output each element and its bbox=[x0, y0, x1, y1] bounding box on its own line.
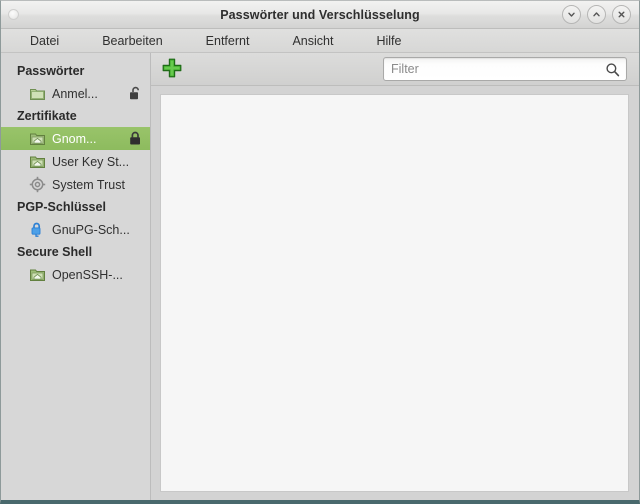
keys-list-area[interactable] bbox=[160, 94, 629, 492]
unlocked-padlock-icon bbox=[129, 86, 142, 101]
certificate-keyring-icon bbox=[29, 266, 46, 283]
maximize-button[interactable] bbox=[587, 5, 606, 24]
filter-search-box[interactable] bbox=[383, 57, 627, 81]
certificate-keyring-icon bbox=[29, 153, 46, 170]
menu-item-datei[interactable]: Datei bbox=[21, 32, 68, 50]
menu-item-entfernt[interactable]: Entfernt bbox=[197, 32, 259, 50]
sidebar-group-secure-shell: Secure Shell bbox=[17, 245, 93, 259]
sidebar: Passwörter Anmel... Zertifikate Gnom... … bbox=[1, 53, 151, 500]
title-bar: Passwörter und Verschlüsselung bbox=[1, 1, 639, 29]
sidebar-item-anmeldung[interactable]: Anmel... bbox=[1, 82, 150, 105]
sidebar-item-system-trust[interactable]: System Trust bbox=[1, 173, 150, 196]
sidebar-item-label: User Key St... bbox=[52, 154, 130, 169]
minimize-button[interactable] bbox=[562, 5, 581, 24]
locked-padlock-icon bbox=[129, 131, 142, 146]
plus-icon bbox=[161, 57, 183, 82]
sidebar-item-label: Gnom... bbox=[52, 131, 97, 146]
window-controls bbox=[562, 1, 631, 28]
keyring-folder-icon bbox=[29, 85, 46, 102]
menu-bar: Datei Bearbeiten Entfernt Ansicht Hilfe bbox=[1, 29, 639, 53]
toolbar bbox=[151, 53, 639, 86]
sidebar-item-label: Anmel... bbox=[52, 86, 98, 101]
application-window: Passwörter und Verschlüsselung Datei Bea… bbox=[0, 0, 640, 504]
menu-item-ansicht[interactable]: Ansicht bbox=[283, 32, 342, 50]
window-body: Passwörter Anmel... Zertifikate Gnom... … bbox=[1, 53, 639, 500]
window-title: Passwörter und Verschlüsselung bbox=[220, 7, 420, 22]
filter-input[interactable] bbox=[391, 62, 605, 76]
close-icon bbox=[618, 11, 625, 18]
blue-padlock-icon bbox=[29, 221, 46, 238]
add-button[interactable] bbox=[159, 56, 185, 82]
menu-item-hilfe[interactable]: Hilfe bbox=[367, 32, 410, 50]
sidebar-item-openssh[interactable]: OpenSSH-... bbox=[1, 263, 150, 286]
sidebar-group-pgp-schluessel: PGP-Schlüssel bbox=[17, 200, 106, 214]
sidebar-item-gnome[interactable]: Gnom... bbox=[1, 127, 150, 150]
sidebar-item-gnupg-schluessel[interactable]: GnuPG-Sch... bbox=[1, 218, 150, 241]
close-button[interactable] bbox=[612, 5, 631, 24]
sidebar-item-user-key-storage[interactable]: User Key St... bbox=[1, 150, 150, 173]
content-body bbox=[151, 86, 639, 500]
window-menu-dot-icon[interactable] bbox=[8, 9, 19, 20]
sidebar-item-label: OpenSSH-... bbox=[52, 267, 123, 282]
gear-icon bbox=[29, 176, 46, 193]
search-icon[interactable] bbox=[605, 62, 620, 77]
menu-item-bearbeiten[interactable]: Bearbeiten bbox=[93, 32, 171, 50]
sidebar-group-passwoerter: Passwörter bbox=[17, 64, 85, 78]
sidebar-item-label: System Trust bbox=[52, 177, 125, 192]
chevron-down-icon bbox=[568, 12, 575, 17]
sidebar-group-zertifikate: Zertifikate bbox=[17, 109, 77, 123]
chevron-up-icon bbox=[593, 12, 600, 17]
sidebar-item-label: GnuPG-Sch... bbox=[52, 222, 130, 237]
certificate-keyring-icon bbox=[29, 130, 46, 147]
content-pane bbox=[151, 53, 639, 500]
